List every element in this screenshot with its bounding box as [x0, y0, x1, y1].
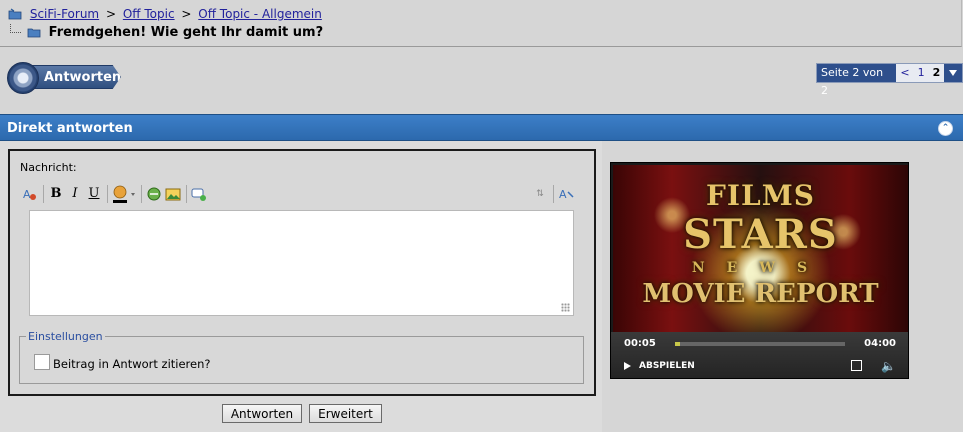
- breadcrumb: SciFi-Forum > Off Topic > Off Topic - Al…: [8, 7, 322, 23]
- video-progress-fill: [675, 342, 681, 346]
- toolbar-divider: [186, 184, 187, 203]
- pagination: Seite 2 von 2 < 1 2: [816, 63, 963, 97]
- editor-toolbar: A B I U ⇅ A: [21, 180, 576, 207]
- italic-button[interactable]: I: [66, 185, 84, 203]
- message-label: Nachricht:: [20, 161, 77, 174]
- video-controls: 00:05 04:00 ABSPIELEN 🔈: [611, 332, 908, 378]
- video-player: FILMS STARS NEWS MOVIE REPORT 00:05 04:0…: [610, 162, 909, 379]
- thread-folder-icon: [27, 26, 41, 41]
- switch-editor-mode-icon[interactable]: A: [21, 185, 39, 203]
- resize-editor-icon[interactable]: ⇅: [531, 185, 549, 203]
- video-title-line-4: MOVIE REPORT: [642, 279, 879, 309]
- breadcrumb-bar: SciFi-Forum > Off Topic > Off Topic - Al…: [0, 0, 962, 47]
- tree-connector: [10, 24, 21, 33]
- page-jump-dropdown-icon[interactable]: [944, 64, 962, 82]
- play-button-label[interactable]: ABSPIELEN: [639, 361, 695, 371]
- quote-checkbox-label[interactable]: Beitrag in Antwort zitieren?: [53, 357, 211, 371]
- page-count-label: Seite 2 von 2: [817, 64, 897, 97]
- insert-quote-icon[interactable]: [190, 185, 208, 203]
- insert-image-icon[interactable]: [164, 185, 182, 203]
- settings-legend: Einstellungen: [26, 330, 105, 343]
- quote-checkbox[interactable]: [34, 354, 50, 370]
- gear-icon: [7, 62, 39, 94]
- bold-button[interactable]: B: [47, 185, 65, 203]
- thread-title-row: Fremdgehen! Wie geht Ihr damit um?: [10, 24, 323, 41]
- settings-fieldset: Einstellungen Beitrag in Antwort zitiere…: [19, 330, 584, 384]
- video-duration: 04:00: [864, 338, 896, 349]
- quick-reply-header: Direkt antworten ⌃: [0, 114, 963, 141]
- breadcrumb-separator: >: [181, 7, 192, 21]
- reply-button[interactable]: Antworten: [7, 62, 135, 94]
- svg-text:A: A: [23, 188, 31, 201]
- volume-icon[interactable]: 🔈: [881, 360, 896, 372]
- toolbar-divider: [43, 184, 44, 203]
- forum-home-icon: [8, 8, 22, 23]
- breadcrumb-link-scifi-forum[interactable]: SciFi-Forum: [30, 7, 99, 21]
- toolbar-divider: [107, 184, 108, 203]
- video-current-time: 00:05: [624, 338, 656, 349]
- insert-link-icon[interactable]: [145, 185, 163, 203]
- prev-page-link[interactable]: <: [896, 64, 913, 82]
- toolbar-divider: [141, 184, 142, 203]
- page-title: Fremdgehen! Wie geht Ihr damit um?: [48, 25, 324, 40]
- advanced-reply-button[interactable]: Erweitert: [309, 404, 382, 423]
- page-current-2: 2: [932, 66, 941, 79]
- video-title-line-1: FILMS: [706, 179, 815, 212]
- text-color-icon[interactable]: [111, 185, 137, 203]
- toolbar-divider: [553, 184, 554, 203]
- switch-editor-mode-icon-right[interactable]: A: [557, 185, 575, 203]
- quick-reply-title: Direkt antworten: [7, 121, 133, 136]
- page-link-1[interactable]: 1: [914, 64, 929, 82]
- video-frame[interactable]: FILMS STARS NEWS MOVIE REPORT: [613, 165, 908, 332]
- fullscreen-icon[interactable]: [851, 360, 862, 371]
- underline-button[interactable]: U: [85, 185, 103, 203]
- collapse-icon[interactable]: ⌃: [938, 121, 953, 136]
- breadcrumb-link-off-topic[interactable]: Off Topic: [123, 7, 175, 21]
- message-textarea[interactable]: [29, 210, 574, 316]
- video-title-line-2: STARS: [683, 211, 838, 258]
- breadcrumb-link-off-topic-allgemein[interactable]: Off Topic - Allgemein: [198, 7, 322, 21]
- breadcrumb-separator: >: [105, 7, 117, 21]
- play-icon[interactable]: [624, 362, 631, 370]
- submit-reply-button[interactable]: Antworten: [222, 404, 302, 423]
- video-progress-bar[interactable]: [675, 342, 845, 346]
- video-title-line-3: NEWS: [691, 260, 830, 276]
- resize-grip-icon[interactable]: [561, 303, 570, 312]
- svg-text:A: A: [559, 188, 567, 201]
